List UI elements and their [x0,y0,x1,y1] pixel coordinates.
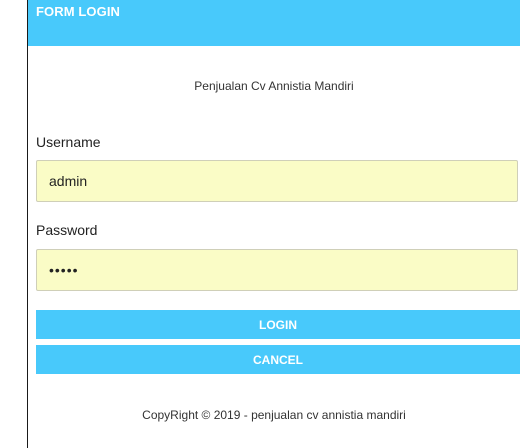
form-subtitle: Penjualan Cv Annistia Mandiri [194,79,354,93]
copyright-footer: CopyRight © 2019 - penjualan cv annistia… [142,408,406,422]
password-input[interactable] [36,249,518,291]
username-label: Username [36,134,101,150]
form-title: FORM LOGIN [36,4,121,19]
login-form-panel: FORM LOGIN Penjualan Cv Annistia Mandiri… [27,0,520,448]
form-header: FORM LOGIN [28,0,520,46]
cancel-button[interactable]: CANCEL [36,345,520,374]
password-label: Password [36,222,98,238]
login-button[interactable]: LOGIN [36,310,520,339]
username-input[interactable] [36,160,518,202]
